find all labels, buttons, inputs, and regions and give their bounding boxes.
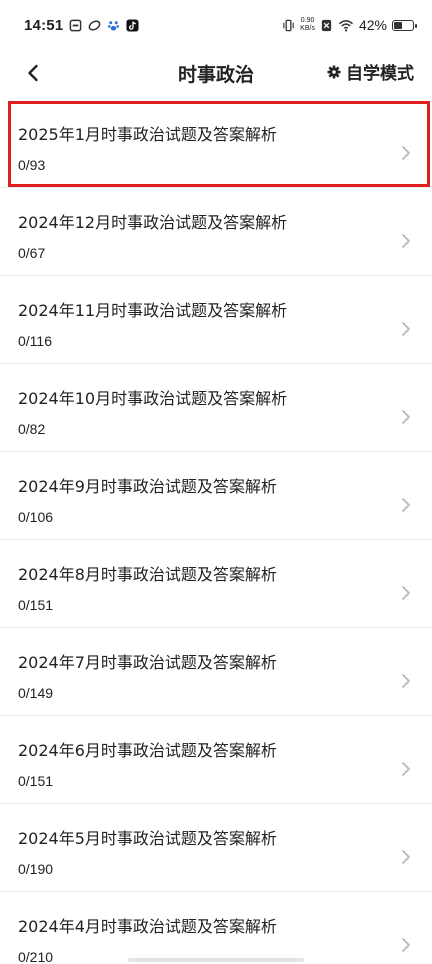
chevron-right-icon: [402, 410, 410, 424]
item-progress: 0/151: [18, 597, 54, 613]
list-item[interactable]: 2024年12月时事政治试题及答案解析 0/67: [0, 188, 432, 276]
link-app-icon: [88, 20, 101, 30]
sim-x-icon: [321, 19, 332, 31]
item-title: 2024年11月时事政治试题及答案解析: [18, 301, 288, 320]
item-title: 2024年6月时事政治试题及答案解析: [18, 741, 277, 760]
list-item[interactable]: 2024年4月时事政治试题及答案解析 0/210: [0, 892, 432, 964]
list-item[interactable]: 2024年5月时事政治试题及答案解析 0/190: [0, 804, 432, 892]
chevron-right-icon: [402, 674, 410, 688]
item-progress: 0/116: [18, 333, 52, 349]
chevron-right-icon: [402, 850, 410, 864]
list-item[interactable]: 2024年11月时事政治试题及答案解析 0/116: [0, 276, 432, 364]
list-item[interactable]: 2025年1月时事政治试题及答案解析 0/93: [0, 100, 432, 188]
item-progress: 0/67: [18, 245, 46, 261]
status-right: 0.90 KB/s 42%: [282, 17, 417, 33]
status-time: 14:51: [24, 16, 64, 34]
chevron-right-icon: [402, 762, 410, 776]
item-title: 2024年5月时事政治试题及答案解析: [18, 829, 277, 848]
battery-percent: 42%: [358, 17, 387, 33]
item-progress: 0/149: [18, 685, 54, 701]
exam-list: 2025年1月时事政治试题及答案解析 0/93 2024年12月时事政治试题及答案解…: [0, 100, 432, 964]
item-progress: 0/106: [18, 509, 54, 525]
list-item[interactable]: 2024年9月时事政治试题及答案解析 0/106: [0, 452, 432, 540]
item-title: 2025年1月时事政治试题及答案解析: [18, 125, 277, 144]
status-bar: 14:51 0.90 KB/s 42%: [0, 0, 432, 50]
back-button[interactable]: [20, 60, 46, 86]
nav-bar: 时事政治 自学模式: [0, 50, 432, 96]
item-title: 2024年4月时事政治试题及答案解析: [18, 917, 277, 936]
status-left: 14:51: [24, 17, 139, 34]
chevron-right-icon: [402, 322, 410, 336]
home-indicator[interactable]: [128, 958, 304, 962]
chevron-right-icon: [402, 146, 410, 160]
item-progress: 0/93: [18, 157, 46, 173]
list-item[interactable]: 2024年8月时事政治试题及答案解析 0/151: [0, 540, 432, 628]
chevron-left-icon: [28, 64, 38, 82]
net-speed: 0.90 KB/s: [300, 17, 315, 33]
net-speed-value: 0.90: [300, 17, 315, 24]
battery-icon: [392, 19, 417, 31]
item-title: 2024年10月时事政治试题及答案解析: [18, 389, 288, 408]
paw-app-icon: [108, 20, 120, 31]
item-title: 2024年9月时事政治试题及答案解析: [18, 477, 277, 496]
item-progress: 0/190: [18, 861, 54, 877]
chevron-right-icon: [402, 234, 410, 248]
item-progress: 0/210: [18, 949, 54, 964]
net-speed-unit: KB/s: [300, 25, 315, 32]
list-item[interactable]: 2024年6月时事政治试题及答案解析 0/151: [0, 716, 432, 804]
item-progress: 0/151: [18, 773, 54, 789]
gear-icon: [327, 64, 341, 79]
battery-fill: [394, 21, 402, 29]
chevron-right-icon: [402, 498, 410, 512]
tiktok-icon: [126, 18, 139, 32]
item-title: 2024年7月时事政治试题及答案解析: [18, 653, 277, 672]
item-progress: 0/82: [18, 421, 46, 437]
self-study-mode-button[interactable]: 自学模式: [327, 59, 414, 84]
wifi-icon: [338, 19, 353, 32]
item-title: 2024年8月时事政治试题及答案解析: [18, 565, 277, 584]
chevron-right-icon: [402, 938, 410, 952]
item-title: 2024年12月时事政治试题及答案解析: [18, 213, 288, 232]
mode-label: 自学模式: [346, 64, 414, 84]
list-item[interactable]: 2024年10月时事政治试题及答案解析 0/82: [0, 364, 432, 452]
notification-box-icon: [70, 19, 82, 31]
chevron-right-icon: [402, 586, 410, 600]
vibrate-icon: [283, 19, 294, 31]
list-item[interactable]: 2024年7月时事政治试题及答案解析 0/149: [0, 628, 432, 716]
